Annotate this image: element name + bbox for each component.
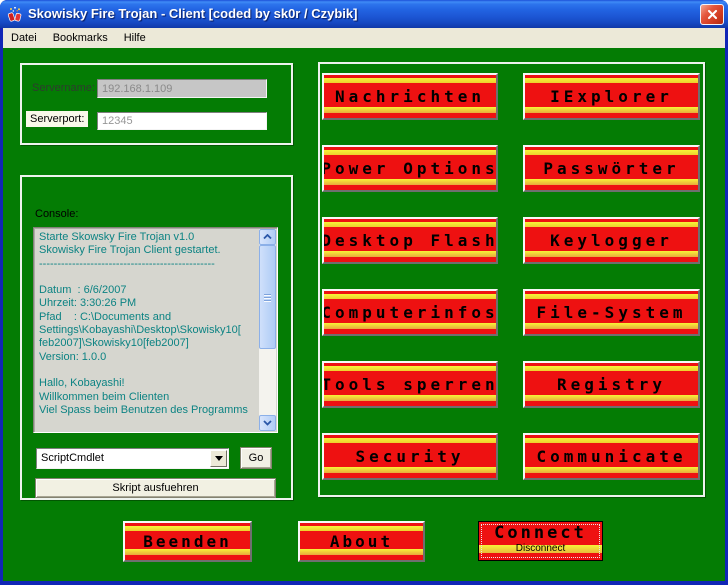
servername-label: Servername:	[32, 82, 95, 94]
title-bar: Skowisky Fire Trojan - Client [coded by …	[0, 0, 728, 28]
chevron-up-icon	[263, 234, 272, 240]
console-output[interactable]: Starte Skowsky Fire Trojan v1.0 Skowisky…	[33, 227, 278, 433]
feature-button-desktop-flash[interactable]: Desktop Flash	[322, 217, 498, 264]
serverport-label: Serverport:	[26, 111, 88, 127]
window-title: Skowisky Fire Trojan - Client [coded by …	[28, 0, 357, 28]
menu-item-hilfe[interactable]: Hilfe	[116, 28, 154, 48]
app-window: Skowisky Fire Trojan - Client [coded by …	[0, 0, 728, 585]
client-area: Servername: Serverport: Console: Starte …	[3, 48, 725, 581]
go-button[interactable]: Go	[240, 447, 272, 469]
close-icon	[707, 9, 718, 20]
feature-button-keylogger[interactable]: Keylogger	[523, 217, 700, 264]
console-groupbox: Console: Starte Skowsky Fire Trojan v1.0…	[20, 175, 293, 500]
feature-button-file-system[interactable]: File-System	[523, 289, 700, 336]
feature-button-power-options[interactable]: Power Options	[322, 145, 498, 192]
server-groupbox: Servername: Serverport:	[20, 63, 293, 145]
close-button[interactable]	[700, 4, 724, 25]
script-combobox-value: ScriptCmdlet	[41, 452, 104, 464]
feature-button-communicate[interactable]: Communicate	[523, 433, 700, 480]
servername-input[interactable]	[97, 79, 267, 98]
scroll-grip	[264, 294, 271, 302]
script-run-button[interactable]: Skript ausfuehren	[35, 478, 276, 498]
scroll-thumb[interactable]	[259, 245, 276, 349]
features-groupbox: Nachrichten IExplorer Power Options Pass…	[318, 62, 705, 497]
feature-button-tools-sperren[interactable]: Tools sperren	[322, 361, 498, 408]
feature-button-registry[interactable]: Registry	[523, 361, 700, 408]
menu-item-datei[interactable]: Datei	[3, 28, 45, 48]
beenden-button[interactable]: Beenden	[123, 521, 252, 562]
feature-button-nachrichten[interactable]: Nachrichten	[322, 73, 498, 120]
feature-button-iexplorer[interactable]: IExplorer	[523, 73, 700, 120]
chevron-down-icon	[263, 420, 272, 426]
console-label: Console:	[35, 208, 78, 220]
feature-button-computerinfos[interactable]: Computerinfos	[322, 289, 498, 336]
about-button[interactable]: About	[298, 521, 425, 562]
menu-bar: Datei Bookmarks Hilfe	[3, 28, 725, 48]
scroll-down-button[interactable]	[259, 415, 276, 431]
connect-button-label: Connect	[479, 523, 602, 543]
serverport-input[interactable]	[97, 112, 267, 130]
script-combobox[interactable]: ScriptCmdlet	[36, 448, 229, 469]
feature-button-passwoerter[interactable]: Passwörter	[523, 145, 700, 192]
combobox-dropdown-button[interactable]	[210, 450, 227, 467]
console-scrollbar[interactable]	[259, 229, 276, 431]
feature-button-security[interactable]: Security	[322, 433, 498, 480]
menu-item-bookmarks[interactable]: Bookmarks	[45, 28, 116, 48]
connect-button[interactable]: Connect Disconnect	[478, 521, 603, 561]
features-grid: Nachrichten IExplorer Power Options Pass…	[322, 73, 700, 480]
chevron-down-icon	[215, 456, 223, 461]
app-icon	[7, 6, 23, 22]
disconnect-label: Disconnect	[479, 543, 602, 554]
scroll-up-button[interactable]	[259, 229, 276, 245]
